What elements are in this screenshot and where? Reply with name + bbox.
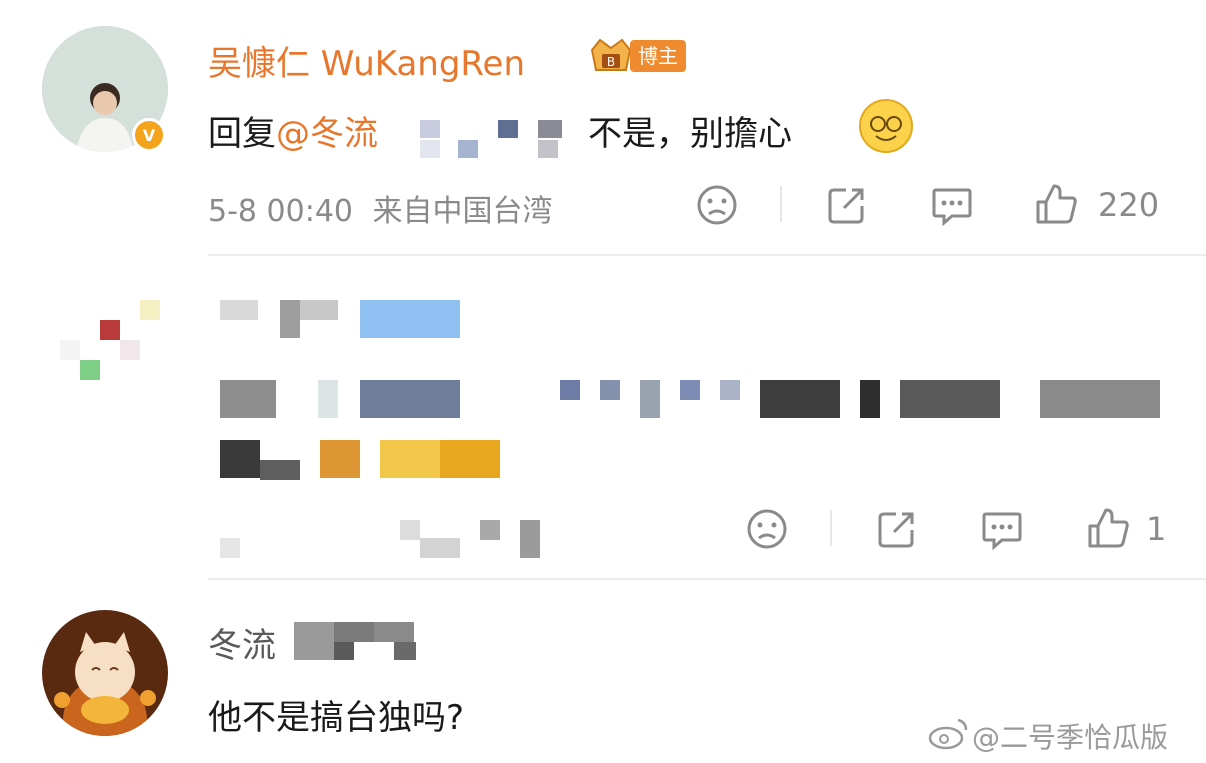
- comment-meta: [218, 518, 542, 560]
- username[interactable]: 吴慷仁 WuKangRen: [208, 36, 525, 85]
- comment-text: [218, 378, 1162, 482]
- like-icon[interactable]: [1034, 182, 1078, 226]
- username[interactable]: [218, 298, 462, 340]
- comment-meta: 5-8 00:40 来自中国台湾: [208, 186, 553, 230]
- blogger-badge: 博主: [630, 40, 686, 72]
- comment-text: 他不是搞台独吗?: [208, 698, 465, 738]
- share-icon[interactable]: [826, 184, 868, 226]
- comment-icon[interactable]: [930, 184, 974, 228]
- username[interactable]: 冬流: [208, 618, 276, 667]
- watermark: @二号季恰瓜版: [972, 721, 1169, 754]
- censored-mosaic: [294, 620, 424, 662]
- share-icon[interactable]: [876, 508, 918, 550]
- timestamp: 5-8 00:40: [208, 194, 353, 229]
- avatar[interactable]: [42, 610, 168, 736]
- divider: [208, 254, 1206, 256]
- dislike-icon[interactable]: [746, 508, 788, 550]
- censored-mosaic: [418, 118, 588, 162]
- reply-prefix: 回复: [208, 114, 276, 154]
- mention-link[interactable]: @冬流: [276, 114, 378, 154]
- comment-body: 不是，别擔心: [588, 114, 792, 154]
- divider: [208, 578, 1206, 580]
- weibo-logo-icon: [928, 716, 970, 750]
- laughing-emoji-icon: [858, 98, 914, 154]
- location: 来自中国台湾: [372, 194, 553, 229]
- like-icon[interactable]: [1086, 506, 1130, 550]
- like-count: 1: [1146, 510, 1167, 548]
- dislike-icon[interactable]: [696, 184, 738, 226]
- divider: [830, 510, 832, 546]
- comment-text: 回复@冬流: [208, 106, 378, 155]
- divider: [780, 186, 782, 222]
- verified-badge-icon: V: [132, 118, 166, 152]
- like-count: 220: [1098, 186, 1160, 224]
- comment-icon[interactable]: [980, 508, 1024, 552]
- lucky-cat-avatar-icon: [42, 610, 168, 736]
- svg-text:B: B: [607, 55, 615, 69]
- avatar[interactable]: [40, 296, 180, 420]
- crown-icon: B: [586, 36, 636, 76]
